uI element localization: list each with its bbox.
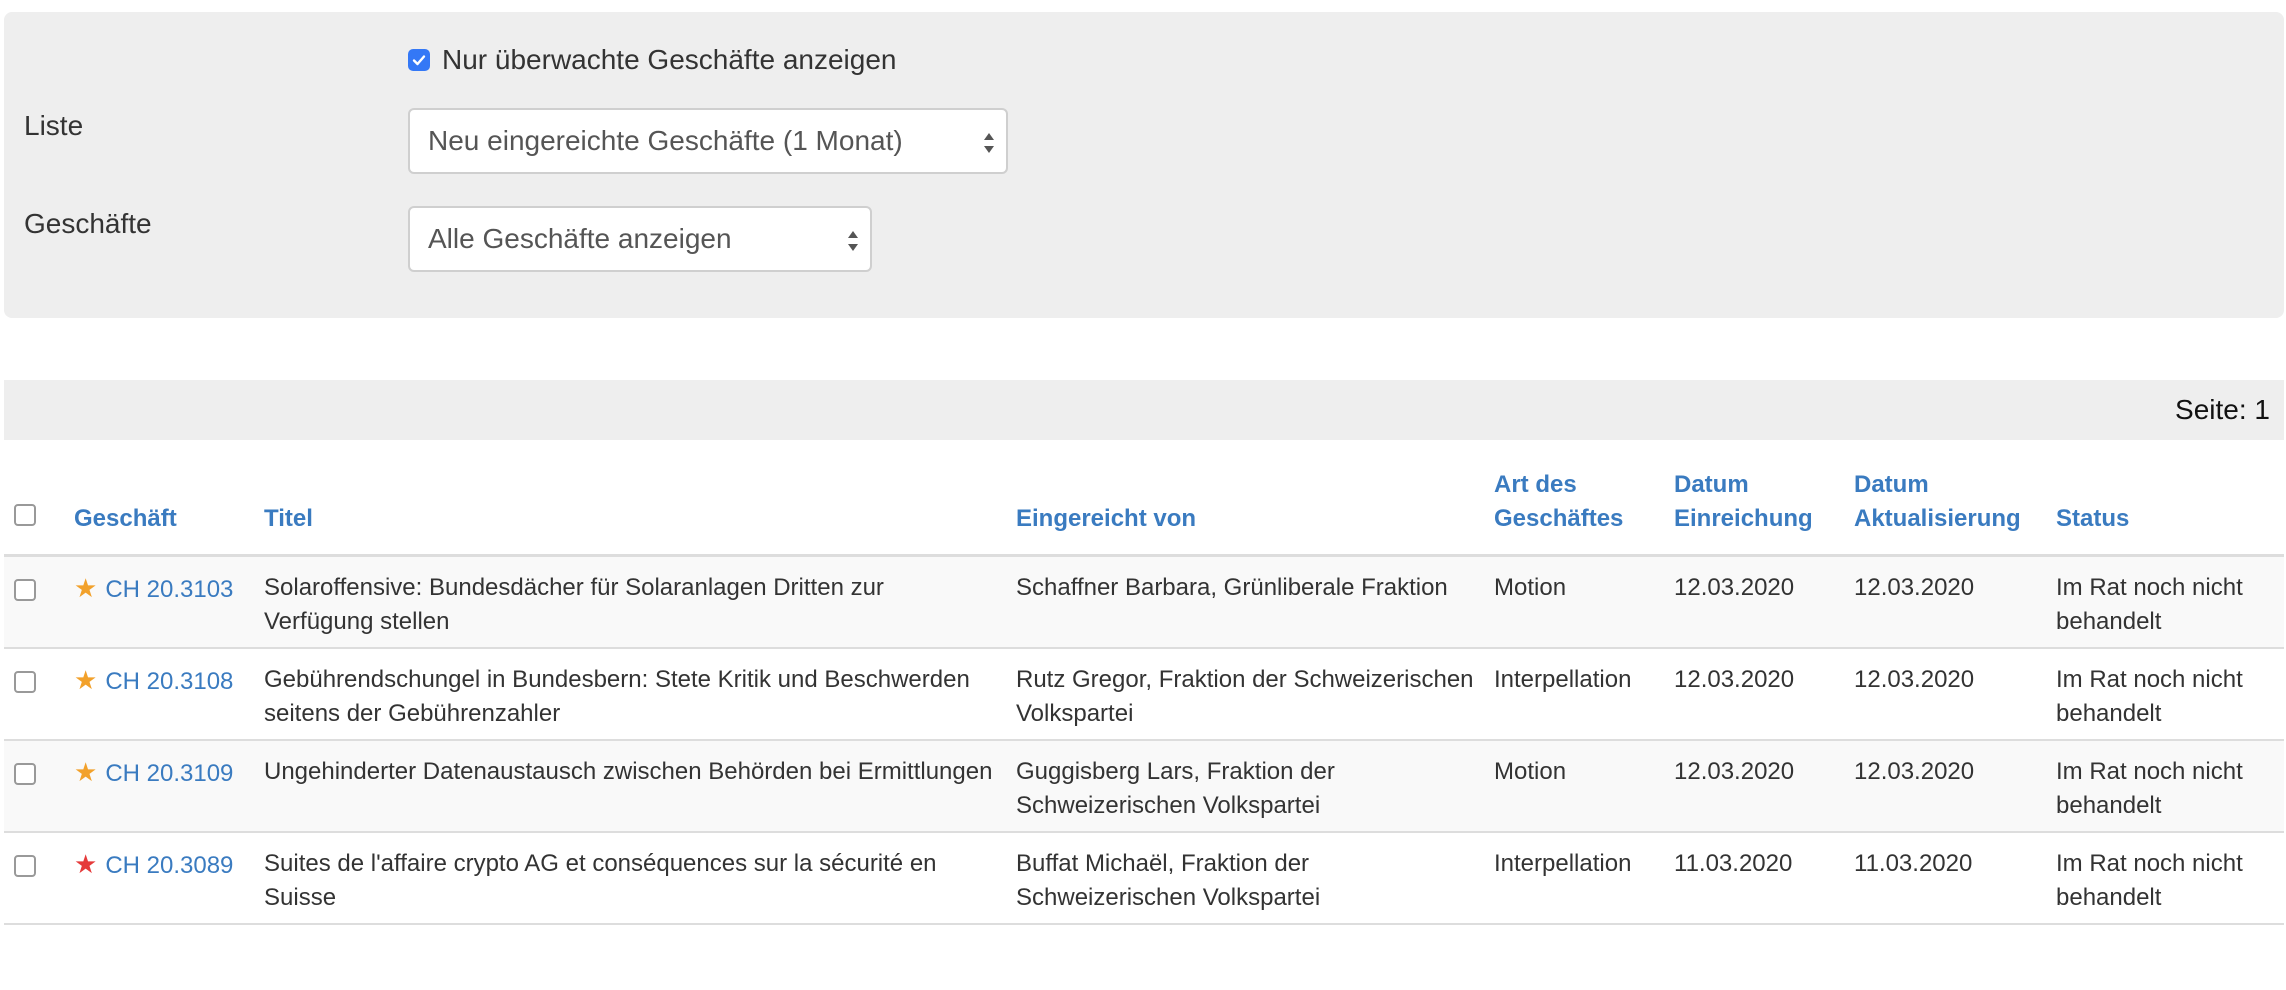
select-all-cell (4, 460, 64, 557)
list-label: Liste (24, 110, 84, 141)
header-geschaeft[interactable]: Geschäft (64, 460, 254, 557)
row-submitted-by: Schaffner Barbara, Grünliberale Fraktion (1006, 555, 1484, 649)
row-title: Ungehinderter Datenaustausch zwischen Be… (254, 740, 1006, 833)
header-art[interactable]: Art des Geschäftes (1484, 460, 1664, 557)
business-label: Geschäfte (24, 208, 152, 239)
pager-bar: Seite: 1 (4, 380, 2284, 440)
check-icon (412, 55, 426, 66)
row-title: Gebührendschungel in Bundesbern: Stete K… (254, 648, 1006, 741)
row-date-updated: 12.03.2020 (1844, 740, 2046, 833)
business-number-link[interactable]: CH 20.3108 (105, 668, 233, 695)
list-select-value: Neu eingereichte Geschäfte (1 Monat) (428, 125, 903, 156)
watched-only-filter[interactable]: Nur überwachte Geschäfte anzeigen (408, 44, 897, 76)
row-date-updated: 12.03.2020 (1844, 648, 2046, 741)
business-number-link[interactable]: CH 20.3103 (105, 576, 233, 603)
row-date-updated: 11.03.2020 (1844, 832, 2046, 925)
business-number-link[interactable]: CH 20.3089 (105, 852, 233, 879)
row-checkbox[interactable] (14, 763, 36, 785)
row-type: Interpellation (1484, 832, 1664, 925)
star-icon[interactable]: ★ (74, 757, 97, 787)
table-row: ★ CH 20.3109 Ungehinderter Datenaustausch… (4, 740, 2284, 833)
row-submitted-by: Rutz Gregor, Fraktion der Schweizerische… (1006, 648, 1484, 741)
row-status: Im Rat noch nicht behandelt (2046, 648, 2284, 741)
row-type: Motion (1484, 555, 1664, 649)
header-titel[interactable]: Titel (254, 460, 1006, 557)
row-status: Im Rat noch nicht behandelt (2046, 555, 2284, 649)
row-status: Im Rat noch nicht behandelt (2046, 740, 2284, 833)
row-type: Interpellation (1484, 648, 1664, 741)
watched-only-label: Nur überwachte Geschäfte anzeigen (442, 44, 897, 75)
watched-only-checkbox[interactable] (408, 49, 430, 71)
header-status[interactable]: Status (2046, 460, 2284, 557)
table-row: ★ CH 20.3089 Suites de l'affaire crypto A… (4, 832, 2284, 925)
row-date-updated: 12.03.2020 (1844, 555, 2046, 649)
header-eingereicht[interactable]: Eingereicht von (1006, 460, 1484, 557)
row-checkbox[interactable] (14, 579, 36, 601)
row-submitted-by: Guggisberg Lars, Fraktion der Schweizeri… (1006, 740, 1484, 833)
business-select[interactable]: Alle Geschäfte anzeigen (408, 206, 872, 272)
row-date-submitted: 11.03.2020 (1664, 832, 1844, 925)
table-header-row: Geschäft Titel Eingereicht von Art des Ge… (4, 460, 2284, 557)
row-submitted-by: Buffat Michaël, Fraktion der Schweizeris… (1006, 832, 1484, 925)
header-datum-aktualisierung[interactable]: Datum Aktualisierung (1844, 460, 2046, 557)
header-datum-einreichung[interactable]: Datum Einreichung (1664, 460, 1844, 557)
row-title: Solaroffensive: Bundesdächer für Solaran… (254, 555, 1006, 649)
business-table: Geschäft Titel Eingereicht von Art des Ge… (4, 460, 2284, 925)
business-number-link[interactable]: CH 20.3109 (105, 760, 233, 787)
filter-panel: Nur überwachte Geschäfte anzeigen Liste … (4, 12, 2284, 318)
row-date-submitted: 12.03.2020 (1664, 740, 1844, 833)
select-arrows-icon (984, 133, 994, 153)
row-checkbox[interactable] (14, 855, 36, 877)
page-indicator: Seite: 1 (2175, 394, 2270, 425)
row-date-submitted: 12.03.2020 (1664, 648, 1844, 741)
table-row: ★ CH 20.3103 Solaroffensive: Bundesdächer… (4, 555, 2284, 649)
business-select-value: Alle Geschäfte anzeigen (428, 223, 732, 254)
row-title: Suites de l'affaire crypto AG et conséqu… (254, 832, 1006, 925)
row-type: Motion (1484, 740, 1664, 833)
select-all-checkbox[interactable] (14, 504, 36, 526)
star-icon[interactable]: ★ (74, 665, 97, 695)
star-icon[interactable]: ★ (74, 849, 97, 879)
star-icon[interactable]: ★ (74, 573, 97, 603)
row-checkbox[interactable] (14, 671, 36, 693)
row-status: Im Rat noch nicht behandelt (2046, 832, 2284, 925)
select-arrows-icon (848, 231, 858, 251)
table-row: ★ CH 20.3108 Gebührendschungel in Bundesb… (4, 648, 2284, 741)
list-select[interactable]: Neu eingereichte Geschäfte (1 Monat) (408, 108, 1008, 174)
row-date-submitted: 12.03.2020 (1664, 555, 1844, 649)
